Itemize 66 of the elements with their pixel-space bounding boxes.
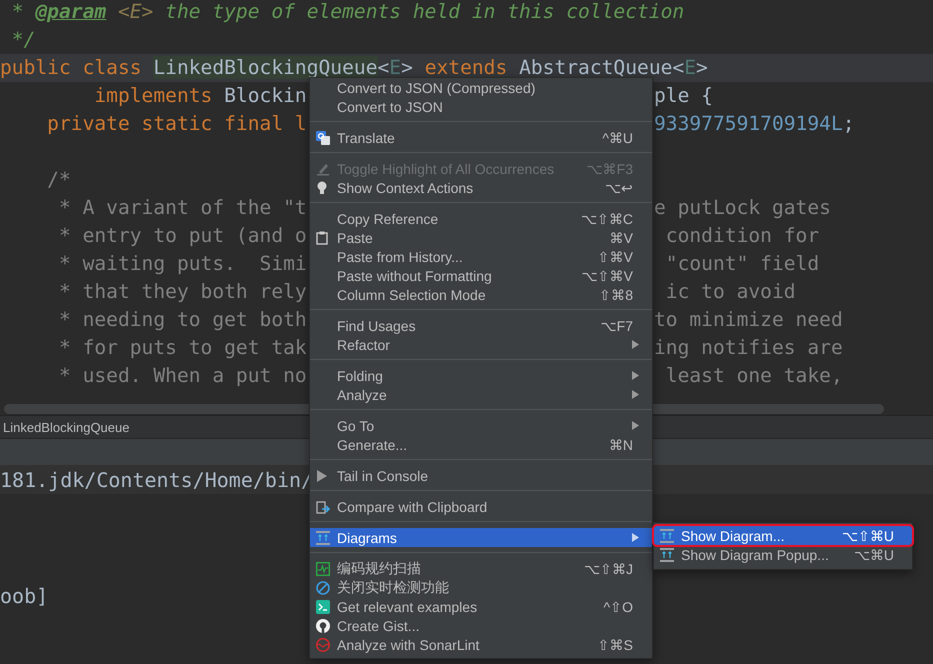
diagram-icon <box>316 530 330 544</box>
code-text: least one take, <box>664 364 844 388</box>
menu-item[interactable]: Go To <box>310 416 652 435</box>
submenu-arrow-icon <box>632 340 639 349</box>
submenu-arrow-icon <box>632 390 639 399</box>
menu-item[interactable]: Paste from History... ⇧⌘V <box>310 247 652 266</box>
diagram-icon <box>660 528 674 542</box>
menu-item[interactable]: Show Diagram... ⌥⇧⌘U <box>654 526 912 545</box>
translate-icon <box>316 130 330 144</box>
sonarlint-icon <box>316 638 330 652</box>
menu-item[interactable]: Get relevant examples ^⇧O <box>310 597 652 616</box>
prohibited-icon <box>316 580 330 594</box>
code-text: condition for <box>664 224 820 248</box>
menu-item[interactable]: 关闭实时检测功能 <box>310 578 652 597</box>
compare-icon <box>316 500 330 514</box>
pulse-icon <box>316 562 330 576</box>
menu-item[interactable]: Create Gist... <box>310 616 652 635</box>
terminal-icon <box>316 600 330 614</box>
code-text: * entry to put (and o <box>58 224 307 248</box>
code-text: implements Blockin <box>93 84 307 108</box>
menu-item[interactable]: Compare with Clipboard <box>310 497 652 516</box>
menu-item[interactable]: Convert to JSON (Compressed) <box>310 78 652 97</box>
menu-item[interactable]: Folding <box>310 366 652 385</box>
code-text: * @param <E> the type of elements held in this collection <box>10 0 684 24</box>
code-text: private static final l <box>46 112 307 136</box>
clipboard-icon <box>316 230 328 244</box>
submenu-arrow-icon <box>632 421 639 430</box>
menu-item[interactable]: Analyze <box>310 385 652 404</box>
code-text: to minimize need <box>654 308 844 332</box>
menu-item[interactable]: Find Usages ⌥F7 <box>310 316 652 335</box>
code-text: * waiting puts. Simi <box>58 252 307 276</box>
menu-item[interactable]: Paste without Formatting ⌥⇧⌘V <box>310 266 652 285</box>
menu-item[interactable]: Copy Reference ⌥⇧⌘C <box>310 209 652 228</box>
highlighter-icon <box>316 162 330 176</box>
code-text: 933977591709194L; <box>654 112 856 136</box>
menu-item[interactable]: Show Context Actions ⌥↩ <box>310 178 652 197</box>
code-text: * used. When a put no <box>58 364 307 388</box>
code-text: e putLock gates <box>654 196 832 220</box>
menu-item[interactable]: Generate... ⌘N <box>310 435 652 454</box>
code-text: ing notifies are <box>654 336 844 360</box>
lightbulb-icon <box>316 180 328 194</box>
code-text: ple { <box>654 84 714 108</box>
menu-item[interactable]: 编码规约扫描 ⌥⇧⌘J <box>310 559 652 578</box>
submenu-arrow-icon <box>632 533 639 542</box>
code-text: ic to avoid <box>664 280 797 304</box>
menu-item[interactable]: Column Selection Mode ⇧⌘8 <box>310 285 652 304</box>
menu-item[interactable]: Show Diagram Popup... ⌥⌘U <box>654 545 912 564</box>
code-text: public class LinkedBlockingQueue<E> extends AbstractQueue<E> <box>0 56 708 80</box>
play-icon <box>316 468 328 482</box>
code-text: /* <box>46 168 71 192</box>
code-text: * A variant of the "t <box>58 196 307 220</box>
menu-item[interactable]: Analyze with SonarLint ⇧⌘S <box>310 635 652 654</box>
diagram-icon <box>660 548 674 562</box>
menu-item[interactable]: Diagrams <box>310 528 652 547</box>
run-tab[interactable]: LinkedBlockingQueue <box>3 420 130 434</box>
menu-item[interactable]: Convert to JSON <box>310 97 652 116</box>
code-text: */ <box>10 28 36 52</box>
menu-item[interactable]: Refactor <box>310 335 652 354</box>
code-text: * that they both rely <box>58 280 307 304</box>
submenu-arrow-icon <box>632 371 639 380</box>
code-text: * for puts to get tak <box>58 336 307 360</box>
menu-item[interactable]: Paste ⌘V <box>310 228 652 247</box>
code-text: "count" field <box>664 252 820 276</box>
code-text: * needing to get both <box>58 308 307 332</box>
console-text: oob] <box>0 582 48 608</box>
menu-item[interactable]: Translate ^⌘U <box>310 128 652 147</box>
